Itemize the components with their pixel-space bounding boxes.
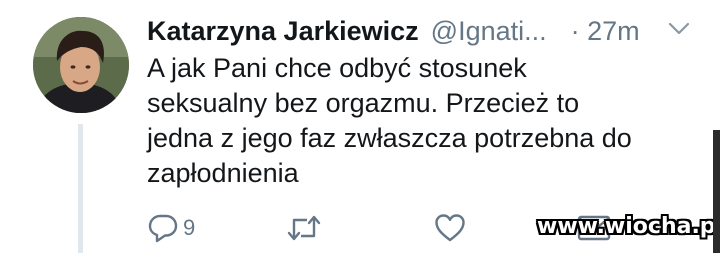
tweet: Katarzyna Jarkiewicz @Ignati... · 27m A …: [0, 0, 720, 253]
chevron-down-icon[interactable]: [668, 22, 690, 36]
tweet-text-line: seksualny bez orgazmu. Przecież to: [147, 88, 580, 118]
heart-icon: [435, 214, 465, 242]
tweet-text-line: jedna z jego faz zwłaszcza potrzebna do: [147, 123, 632, 153]
tweet-text-line: zapłodnienia: [147, 158, 299, 188]
retweet-icon: [287, 215, 321, 241]
tweet-text: A jak Pani chce odbyć stosunek seksualny…: [147, 51, 707, 191]
watermark: www.wiocha.pl: [537, 214, 720, 239]
tweet-header: Katarzyna Jarkiewicz @Ignati... · 27m: [147, 11, 640, 51]
reply-count: 9: [183, 215, 196, 240]
thread-line: [78, 124, 83, 253]
reply-button[interactable]: 9: [147, 210, 195, 246]
author-handle[interactable]: @Ignati...: [431, 16, 547, 47]
avatar-photo: [33, 17, 129, 113]
author-name[interactable]: Katarzyna Jarkiewicz: [147, 16, 419, 47]
avatar[interactable]: [33, 17, 129, 113]
tweet-time[interactable]: · 27m: [571, 16, 640, 47]
tweet-text-line: A jak Pani chce odbyć stosunek: [147, 53, 527, 83]
like-button[interactable]: [434, 210, 466, 246]
reply-icon: [148, 214, 178, 243]
screen-edge: [713, 130, 720, 253]
retweet-button[interactable]: [287, 210, 321, 246]
